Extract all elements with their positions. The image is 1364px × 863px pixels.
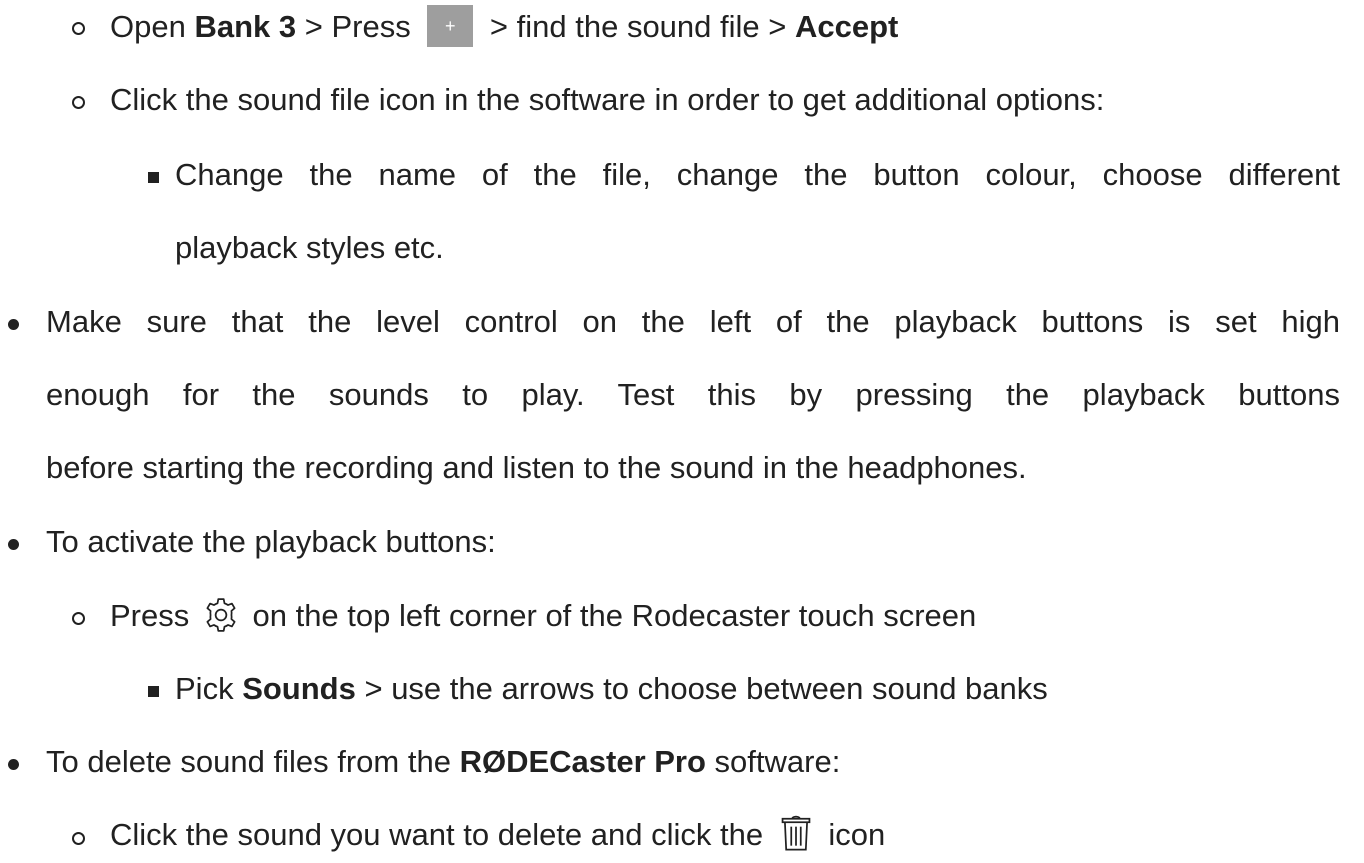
list-bullet	[72, 612, 85, 625]
product-name: RØDECaster Pro	[459, 744, 706, 779]
list-item: Click the sound file icon in the softwar…	[110, 82, 1105, 117]
sounds-label: Sounds	[242, 671, 356, 706]
list-item: To delete sound files from the RØDECaste…	[46, 744, 841, 779]
list-item: Open Bank 3 > Press + > find the sound f…	[110, 5, 899, 50]
list-item: Click the sound you want to delete and c…	[110, 815, 885, 856]
list-item: Change the name of the file, change the …	[175, 157, 1340, 192]
list-item: To activate the playback buttons:	[46, 524, 496, 559]
trash-icon	[781, 815, 811, 851]
list-item-continuation: before starting the recording and listen…	[46, 450, 1027, 485]
gear-icon	[206, 598, 236, 632]
list-bullet	[148, 172, 159, 183]
list-bullet	[72, 96, 85, 109]
list-item: Make sure that the level control on the …	[46, 304, 1340, 339]
plus-button: +	[427, 5, 474, 47]
list-bullet	[8, 539, 19, 550]
list-bullet	[8, 759, 19, 770]
list-bullet	[72, 832, 85, 845]
list-item-continuation: enough for the sounds to play. Test this…	[46, 377, 1340, 412]
list-item-continuation: playback styles etc.	[175, 230, 444, 265]
list-bullet	[8, 319, 19, 330]
list-item: Press on the top left corner of the Rode…	[110, 598, 976, 637]
list-bullet	[148, 686, 159, 697]
list-bullet	[72, 22, 85, 35]
bank-label: Bank 3	[194, 9, 297, 45]
accept-label: Accept	[794, 9, 899, 45]
list-item: Pick Sounds > use the arrows to choose b…	[175, 671, 1048, 706]
